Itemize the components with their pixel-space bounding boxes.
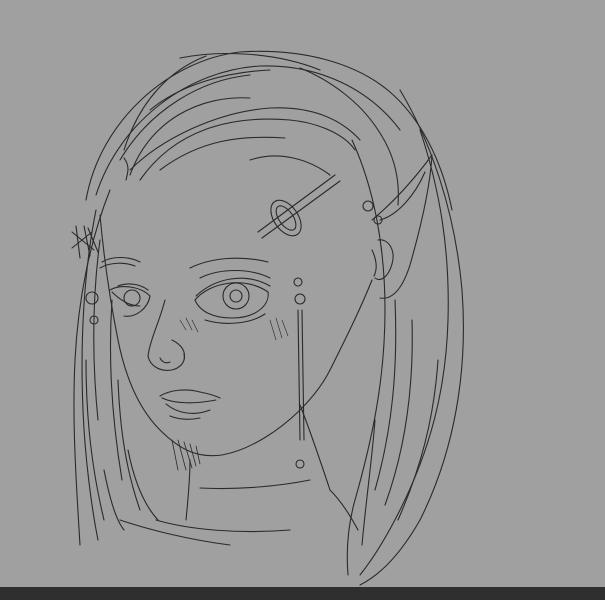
right-earring	[293, 277, 306, 469]
left-eye	[99, 262, 151, 317]
character-sketch	[71, 50, 464, 586]
hair-crown	[85, 50, 453, 211]
side-hair-clip	[71, 225, 99, 259]
bottom-bar	[0, 587, 605, 600]
eyebrows	[101, 256, 269, 269]
cheek-hatching	[179, 317, 289, 341]
right-eye	[194, 270, 271, 324]
nose	[147, 299, 186, 371]
drawing-canvas[interactable]	[0, 0, 605, 600]
neck-hatching	[171, 439, 201, 471]
hair-clip	[257, 174, 341, 239]
hair-right-side	[346, 89, 464, 586]
lips	[159, 389, 221, 420]
left-earring	[85, 291, 99, 325]
elf-ear	[362, 154, 433, 299]
face-outline	[99, 214, 373, 457]
